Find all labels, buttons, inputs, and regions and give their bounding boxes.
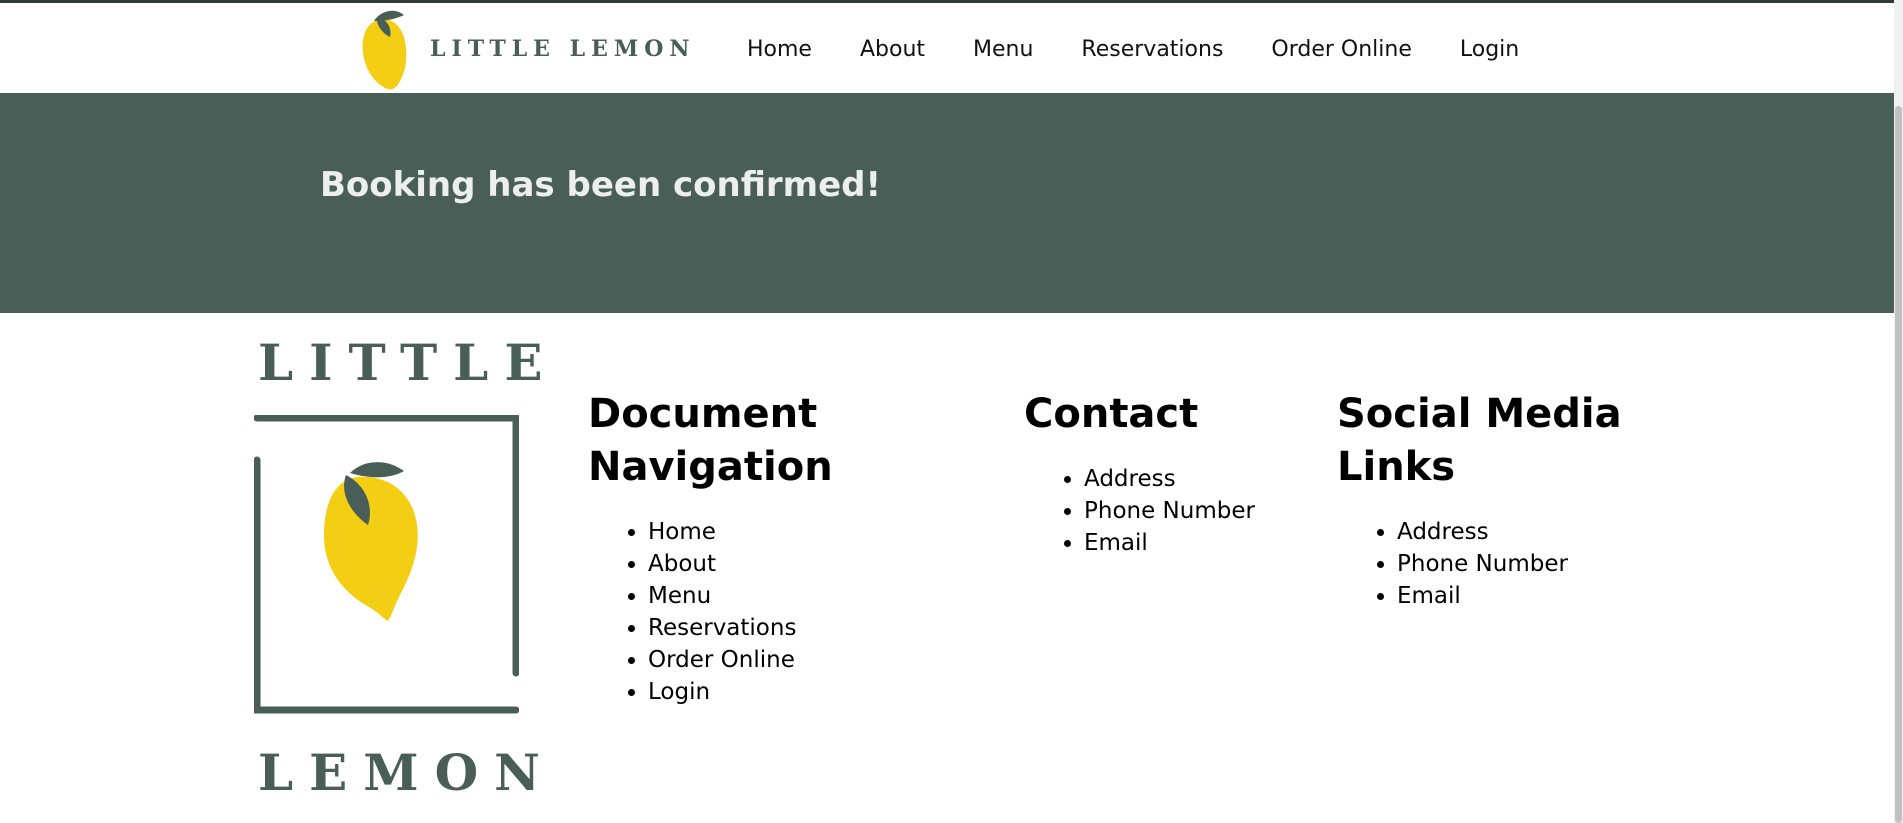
brand-logo-link[interactable]: LITTLE LEMON [360,7,695,91]
social-item-email: Email [1397,580,1637,612]
doc-nav-item-login[interactable]: Login [648,676,948,708]
doc-nav-item-menu[interactable]: Menu [648,580,948,612]
contact-item-address: Address [1084,463,1304,495]
social-item-phone: Phone Number [1397,548,1637,580]
scrollbar-thumb[interactable] [1895,106,1902,823]
nav-reservations-link[interactable]: Reservations [1081,37,1223,62]
footer-doc-nav: Document Navigation Home About Menu Rese… [588,388,948,708]
nav-order-online-link[interactable]: Order Online [1271,37,1411,62]
doc-nav-item-order-online[interactable]: Order Online [648,644,948,676]
social-heading-line2: Links [1337,444,1456,490]
site-header: LITTLE LEMON Home About Menu Reservation… [0,3,1894,93]
doc-nav-item-home[interactable]: Home [648,516,948,548]
social-list: Address Phone Number Email [1337,516,1637,612]
footer-logo-bottom-word: LEMON [258,743,556,802]
footer-social: Social Media Links Address Phone Number … [1337,388,1637,612]
confirmation-title: Booking has been confirmed! [320,165,882,205]
contact-item-phone: Phone Number [1084,495,1304,527]
footer-logo-top-word: LITTLE [258,333,559,392]
contact-item-email: Email [1084,527,1304,559]
main-nav: Home About Menu Reservations Order Onlin… [723,3,1519,95]
social-heading: Social Media Links [1337,388,1637,494]
doc-nav-heading: Document Navigation [588,388,948,494]
footer-contact: Contact Address Phone Number Email [1024,388,1304,559]
page: LITTLE LEMON Home About Menu Reservation… [0,0,1903,823]
social-heading-line1: Social Media [1337,391,1622,437]
doc-nav-heading-line1: Document [588,391,818,437]
nav-home-link[interactable]: Home [747,37,812,62]
doc-nav-list: Home About Menu Reservations Order Onlin… [588,516,948,708]
footer-logo: LITTLE LEMON [254,333,542,802]
nav-login-link[interactable]: Login [1460,37,1519,62]
contact-heading: Contact [1024,391,1199,437]
site-footer: LITTLE LEMON Document Navigation Home Ab… [0,313,1894,823]
lemon-icon [362,10,407,90]
confirmation-banner: Booking has been confirmed! [0,93,1894,313]
brand-name: LITTLE LEMON [430,36,696,62]
nav-menu-link[interactable]: Menu [973,37,1033,62]
contact-list: Address Phone Number Email [1024,463,1304,559]
nav-about-link[interactable]: About [860,37,925,62]
vertical-scrollbar[interactable] [1894,0,1903,823]
social-item-address: Address [1397,516,1637,548]
doc-nav-heading-line2: Navigation [588,444,833,490]
doc-nav-item-reservations[interactable]: Reservations [648,612,948,644]
footer-lemon-emblem [254,415,519,714]
doc-nav-item-about[interactable]: About [648,548,948,580]
